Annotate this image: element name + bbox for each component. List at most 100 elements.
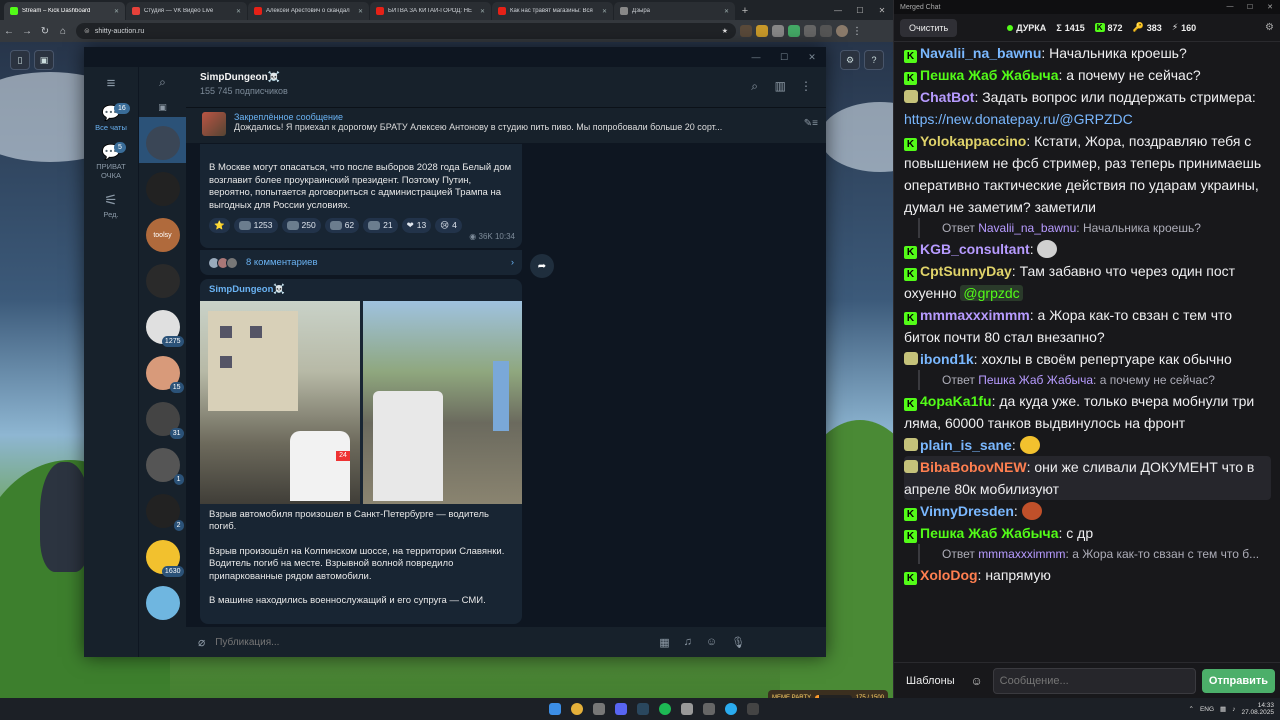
chat-username[interactable]: XoloDog [920,567,978,583]
bookmark-star-icon[interactable]: ★ [722,27,728,35]
message-link[interactable]: https://new.donatepay.ru/@GRPZDC [904,111,1133,127]
chat-username[interactable]: Пешка Жаб Жабыча [920,525,1058,541]
settings-gear-icon[interactable]: ⚙ [840,50,860,70]
more-vert-icon[interactable]: ⋮ [800,79,812,93]
chat-list-item[interactable]: 2 [139,485,186,531]
chat-username[interactable]: ibond1k [920,351,974,367]
chat-list-item[interactable]: 1 [139,439,186,485]
chat-list-item[interactable]: 15 [139,347,186,393]
reaction-chip[interactable]: 😢 4 [435,218,462,233]
notification-bell-icon[interactable]: ♫ [684,636,692,648]
chat-list-item[interactable]: 1275 [139,301,186,347]
minimize-button[interactable]: — [742,47,770,67]
browser-tab[interactable]: Студия — VK Видео Live ✕ [126,2,247,20]
taskbar-app-icon[interactable] [593,703,605,715]
folder-edit[interactable]: ⚟ Ред. [84,186,138,225]
taskbar-app-icon[interactable] [681,703,693,715]
chat-username[interactable]: KGB_consultant [920,241,1030,257]
send-button[interactable]: Отправить [1201,668,1275,693]
browser-tab[interactable]: Дзыра ✕ [614,2,735,20]
pinned-message-bar[interactable]: Закреплённое сообщение Дождались! Я прие… [186,107,826,143]
extension-icon[interactable] [772,25,784,37]
download-icon[interactable] [820,25,832,37]
maximize-button[interactable]: ☐ [1240,3,1260,11]
search-icon[interactable]: ⌕ [139,67,186,97]
chat-username[interactable]: Yolokappaccino [920,133,1026,149]
chat-list-item[interactable] [139,577,186,623]
chat-username[interactable]: 4opaKa1fu [920,393,992,409]
browser-tab[interactable]: Как нас травят магазины: Вся ✕ [492,2,613,20]
home-icon[interactable]: ⌂ [54,22,72,40]
browser-tab[interactable]: Алексей Арестович о скандал ✕ [248,2,369,20]
chat-list-item[interactable]: 31 [139,393,186,439]
telegram-icon[interactable] [725,703,737,715]
reply-reference[interactable]: Ответ mmmaxxximmm: а Жора как-то свзан с… [918,544,1271,564]
steam-icon[interactable] [637,703,649,715]
menu-dots-icon[interactable]: ⋮ [848,22,866,40]
photo[interactable] [362,300,522,504]
reaction-chip[interactable]: ⭐ [209,218,230,233]
microphone-icon[interactable]: 🎙 [731,636,745,649]
chat-header[interactable]: SimpDungeon☠️ 155 745 подписчиков ⌕ ▥ ⋮ [186,67,826,107]
chat-username[interactable]: Пешка Жаб Жабыча [920,67,1058,83]
browser-tab[interactable]: БИТВА ЗА КИТАЙ-ГОРОД: НЕ ✕ [370,2,491,20]
chat-username[interactable]: mmmaxxximmm [920,307,1030,323]
chat-username[interactable]: CptSunnyDay [920,263,1012,279]
tray-overflow-icon[interactable]: ⌃ [1189,705,1194,713]
reaction-chip[interactable]: 250 [281,218,321,233]
close-button[interactable]: ✕ [798,47,826,67]
back-icon[interactable]: ← [0,22,18,40]
taskbar-app-icon[interactable] [747,703,759,715]
menu-hamburger-icon[interactable]: ≡ [84,67,138,99]
chat-list-item[interactable]: 1630 [139,531,186,577]
address-bar[interactable]: ⊜ shitty-auction.ru ★ [76,23,736,39]
obs-icon[interactable] [703,703,715,715]
discord-icon[interactable] [615,703,627,715]
start-windows-icon[interactable] [549,703,561,715]
reply-reference[interactable]: Ответ Пешка Жаб Жабыча: а почему не сейч… [918,370,1271,390]
minimize-button[interactable]: — [1220,3,1240,11]
tab-close-icon[interactable]: ✕ [602,8,607,15]
emoji-icon[interactable]: ☺ [967,674,987,688]
spotify-icon[interactable] [659,703,671,715]
reaction-chip[interactable]: 62 [324,218,360,233]
chat-username[interactable]: BibaBobovNEW [920,459,1027,475]
reload-icon[interactable]: ↻ [36,22,54,40]
chat-username[interactable]: VinnyDresden [920,503,1014,519]
extension-icon[interactable] [740,25,752,37]
maximize-button[interactable]: ☐ [770,47,798,67]
pinned-list-icon[interactable]: ✎≡ [804,118,818,129]
tab-close-icon[interactable]: ✕ [480,8,485,15]
folder-all-chats[interactable]: 💬 16 Все чаты [84,99,138,138]
sidebar-toggle-icon[interactable]: ▯ [10,50,30,70]
publication-input[interactable] [215,636,646,648]
chat-list-item[interactable]: toolsy [139,209,186,255]
volume-icon[interactable]: ♪ [1232,706,1235,713]
clear-button[interactable]: Очистить [900,18,958,37]
emoji-icon[interactable]: ☺ [706,636,717,648]
post-author[interactable]: SimpDungeon☠️ [200,284,522,297]
save-icon[interactable]: ▣ [34,50,54,70]
tab-close-icon[interactable]: ✕ [114,8,119,15]
reply-reference[interactable]: Ответ Navalii_na_bawnu: Начальника кроеш… [918,218,1271,238]
message-input[interactable] [992,667,1196,694]
attach-paperclip-icon[interactable]: ⌀ [198,635,205,649]
chrome-icon[interactable] [571,703,583,715]
browser-tab[interactable]: Stream – Kick Dashboard ✕ [4,2,125,20]
tab-close-icon[interactable]: ✕ [724,8,729,15]
chat-list-item[interactable] [139,117,186,163]
comments-button[interactable]: 8 комментариев › [200,249,522,275]
minimize-button[interactable]: — [827,0,849,20]
chat-username[interactable]: ChatBot [920,89,974,105]
extensions-puzzle-icon[interactable] [804,25,816,37]
photo[interactable]: 24 [200,300,360,504]
reaction-chip[interactable]: 21 [363,218,398,233]
chat-username[interactable]: Navalii_na_bawnu [920,45,1041,61]
reaction-chip[interactable]: ❤ 13 [401,218,432,233]
share-forward-icon[interactable]: ➦ [530,254,554,278]
close-button[interactable]: ✕ [1260,3,1280,11]
help-icon[interactable]: ? [864,50,884,70]
archive-icon[interactable]: ▣ [139,97,186,117]
photo-album[interactable]: 24 [200,300,522,504]
templates-button[interactable]: Шаблоны [900,671,961,691]
